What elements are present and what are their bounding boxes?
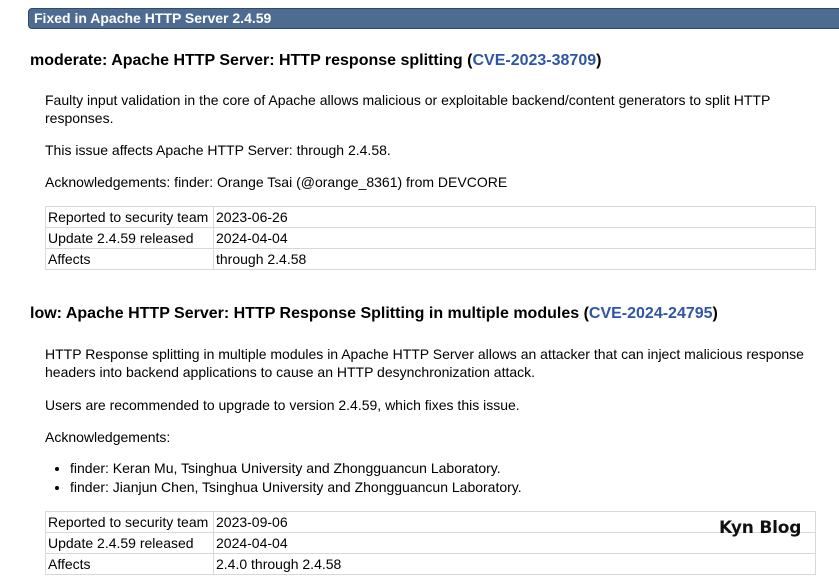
acknowledgement-list: finder: Keran Mu, Tsinghua University an… xyxy=(45,459,522,497)
cve-link[interactable]: CVE-2023-38709 xyxy=(472,52,596,69)
table-row: Reported to security team 2023-06-26 xyxy=(45,206,816,228)
upgrade-recommendation: Users are recommended to upgrade to vers… xyxy=(45,397,520,413)
vuln-title-close: ) xyxy=(596,52,602,69)
vuln-title-text: low: Apache HTTP Server: HTTP Response S… xyxy=(30,305,589,322)
vuln-title-cve-2023-38709: moderate: Apache HTTP Server: HTTP respo… xyxy=(30,51,601,71)
table-row: Reported to security team 2023-09-06 xyxy=(45,511,816,533)
vuln-title-text: moderate: Apache HTTP Server: HTTP respo… xyxy=(30,52,473,69)
table-row: Affects through 2.4.58 xyxy=(45,248,816,270)
section-header: Fixed in Apache HTTP Server 2.4.59 xyxy=(28,8,839,29)
table-value: 2024-04-04 xyxy=(213,227,816,249)
table-value: 2.4.0 through 2.4.58 xyxy=(213,553,816,575)
table-label: Reported to security team xyxy=(45,511,214,533)
list-item: finder: Jianjun Chen, Tsinghua Universit… xyxy=(70,478,522,497)
vuln-description: Faulty input validation in the core of A… xyxy=(45,92,771,126)
vuln-title-cve-2024-24795: low: Apache HTTP Server: HTTP Response S… xyxy=(30,304,718,324)
table-label: Affects xyxy=(45,248,214,270)
acknowledgements: Acknowledgements: xyxy=(45,429,171,445)
vuln-info-table: Reported to security team 2023-06-26 Upd… xyxy=(45,206,816,270)
vuln-description: HTTP Response splitting in multiple modu… xyxy=(45,346,804,380)
table-row: Update 2.4.59 released 2024-04-04 xyxy=(45,227,816,249)
table-label: Affects xyxy=(45,553,214,575)
table-label: Reported to security team xyxy=(45,206,214,228)
table-label: Update 2.4.59 released xyxy=(45,532,214,554)
list-item: finder: Keran Mu, Tsinghua University an… xyxy=(70,459,522,478)
vuln-info-table: Reported to security team 2023-09-06 Upd… xyxy=(45,511,816,575)
table-label: Update 2.4.59 released xyxy=(45,227,214,249)
table-value: through 2.4.58 xyxy=(213,248,816,270)
table-row: Affects 2.4.0 through 2.4.58 xyxy=(45,553,816,575)
table-row: Update 2.4.59 released 2024-04-04 xyxy=(45,532,816,554)
vuln-title-close: ) xyxy=(712,305,718,322)
cve-link[interactable]: CVE-2024-24795 xyxy=(589,305,713,322)
watermark: Kyn Blog xyxy=(719,518,802,538)
affects-statement: This issue affects Apache HTTP Server: t… xyxy=(45,142,391,158)
table-value: 2023-06-26 xyxy=(213,206,816,228)
acknowledgements: Acknowledgements: finder: Orange Tsai (@… xyxy=(45,174,508,190)
